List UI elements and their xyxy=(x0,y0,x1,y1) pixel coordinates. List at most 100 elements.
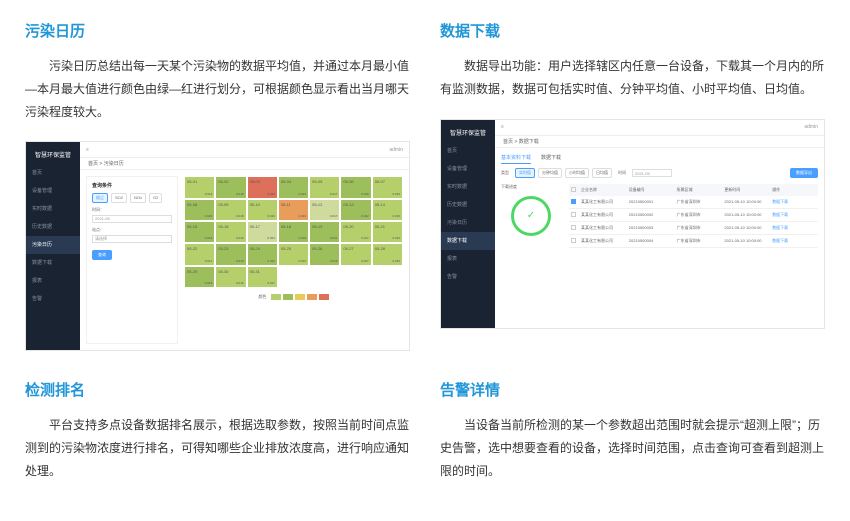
calendar-cell[interactable]: 05-040.021 xyxy=(278,176,309,198)
table-row[interactable]: 某某化工有限公司20210500004广东省深圳市2021-05-10 10:0… xyxy=(569,235,818,248)
ss-dl-menu-icon[interactable]: ≡ xyxy=(501,124,504,130)
ss-dl-progress: ✓ xyxy=(501,196,561,236)
calendar-cell[interactable]: 05-180.019 xyxy=(278,221,309,243)
ss-dl-filter-bar: 类型 实时值分钟均值小时均值日均值 时间 2021-05 数据导出 xyxy=(501,168,818,178)
legend-swatch xyxy=(307,294,317,300)
checkbox-icon[interactable] xyxy=(571,212,576,217)
calendar-cell[interactable]: 05-010.016 xyxy=(184,176,215,198)
calendar-cell[interactable]: 05-050.017 xyxy=(309,176,340,198)
calendar-cell[interactable]: 05-300.016 xyxy=(215,266,246,288)
calendar-cell[interactable]: 05-130.022 xyxy=(340,199,371,221)
cell-op[interactable]: 数据下载 xyxy=(770,196,818,208)
sidebar-item[interactable]: 首页 xyxy=(26,164,80,182)
sidebar-item[interactable]: 数据下载 xyxy=(441,232,495,250)
calendar-cell[interactable]: 05-250.016 xyxy=(278,243,309,265)
ss-dl-tab-2[interactable]: 数据下载 xyxy=(541,154,561,164)
calendar-cell[interactable]: 05-280.015 xyxy=(372,243,403,265)
calendar-cell[interactable]: 05-210.016 xyxy=(372,221,403,243)
calendar-cell[interactable]: 05-190.021 xyxy=(309,221,340,243)
calendar-cell[interactable]: 05-290.018 xyxy=(184,266,215,288)
sidebar-item[interactable]: 污染日历 xyxy=(441,214,495,232)
legend-swatch xyxy=(283,294,293,300)
sidebar-item[interactable]: 首页 xyxy=(441,142,495,160)
sidebar-item[interactable]: 数据下载 xyxy=(26,254,80,272)
checkbox-icon[interactable] xyxy=(571,238,576,243)
calendar-cell[interactable]: 05-200.017 xyxy=(340,221,371,243)
cell-time: 2021-05-10 10:00:00 xyxy=(722,209,770,221)
filter-chip[interactable]: 烟尘 xyxy=(92,193,108,203)
sidebar-item[interactable]: 污染日历 xyxy=(26,236,80,254)
ss-dl-time-input[interactable]: 2021-05 xyxy=(632,169,672,177)
calendar-cell[interactable]: 05-120.017 xyxy=(309,199,340,221)
text-download: 数据导出功能：用户选择辖区内任意一台设备，下载其一个月内的所有监测数据，数据可包… xyxy=(440,55,825,101)
ss-dl-tab-1[interactable]: 基本资料下载 xyxy=(501,154,531,164)
calendar-cell[interactable]: 05-230.018 xyxy=(215,243,246,265)
sidebar-item[interactable]: 报表 xyxy=(26,272,80,290)
checkbox-icon[interactable] xyxy=(571,187,576,192)
sidebar-item[interactable]: 告警 xyxy=(26,290,80,308)
filter-chip[interactable]: O2 xyxy=(149,193,162,203)
ss-dl-tabs: 基本资料下载 数据下载 xyxy=(501,154,818,164)
sidebar-item[interactable]: 历史数据 xyxy=(26,218,80,236)
calendar-cell[interactable]: 05-090.018 xyxy=(215,199,246,221)
calendar-cell[interactable]: 05-310.017 xyxy=(247,266,278,288)
cell-time: 2021-05-10 10:00:00 xyxy=(722,222,770,234)
cell-area: 广东省深圳市 xyxy=(675,222,723,234)
table-header: 设备编号 xyxy=(627,184,675,196)
legend-swatch xyxy=(271,294,281,300)
ss-cal-sidebar: 智慧环保监管 首页设备管理实时数据历史数据污染日历数据下载报表告警 xyxy=(26,142,80,350)
cell-op[interactable]: 数据下载 xyxy=(770,235,818,247)
calendar-cell[interactable]: 05-030.042 xyxy=(247,176,278,198)
filter-chip[interactable]: NOx xyxy=(130,193,146,203)
calendar-cell[interactable]: 05-070.015 xyxy=(372,176,403,198)
table-row[interactable]: 某某化工有限公司20210500001广东省深圳市2021-05-10 10:0… xyxy=(569,196,818,209)
calendar-cell[interactable]: 05-260.019 xyxy=(309,243,340,265)
filter-chip[interactable]: SO2 xyxy=(111,193,127,203)
calendar-cell[interactable]: 05-170.024 xyxy=(247,221,278,243)
calendar-cell[interactable]: 05-100.016 xyxy=(247,199,278,221)
calendar-cell[interactable]: 05-240.020 xyxy=(247,243,278,265)
row-2: 检测排名 平台支持多点设备数据排名展示，根据选取参数，按照当前时间点监测到的污染… xyxy=(25,379,825,500)
sidebar-item[interactable]: 告警 xyxy=(441,268,495,286)
ss-cal-user[interactable]: admin xyxy=(389,147,403,153)
sidebar-item[interactable]: 实时数据 xyxy=(441,178,495,196)
sidebar-item[interactable]: 实时数据 xyxy=(26,200,80,218)
ss-cal-menu-icon[interactable]: ≡ xyxy=(86,147,89,153)
sidebar-item[interactable]: 报表 xyxy=(441,250,495,268)
ss-cal-time-input[interactable]: 2021-05 xyxy=(92,215,172,223)
checkbox-icon[interactable] xyxy=(571,225,576,230)
sidebar-item[interactable]: 历史数据 xyxy=(441,196,495,214)
calendar-cell[interactable]: 05-060.019 xyxy=(340,176,371,198)
ss-dl-export-btn[interactable]: 数据导出 xyxy=(790,168,818,178)
calendar-cell[interactable]: 05-140.015 xyxy=(372,199,403,221)
cell-op[interactable]: 数据下载 xyxy=(770,222,818,234)
sidebar-item[interactable]: 设备管理 xyxy=(26,182,80,200)
calendar-cell[interactable]: 05-150.018 xyxy=(184,221,215,243)
ss-dl-main: ≡ admin 首页 > 数据下载 基本资料下载 数据下载 类型 实时值分钟均值… xyxy=(495,120,824,328)
ss-cal-content: 查询条件 烟尘SO2NOxO2 时间： 2021-05 站点： 请选择 查询 0… xyxy=(80,170,409,350)
filter-chip[interactable]: 分钟均值 xyxy=(538,168,562,178)
calendar-cell[interactable]: 05-160.016 xyxy=(215,221,246,243)
col-ranking: 检测排名 平台支持多点设备数据排名展示，根据选取参数，按照当前时间点监测到的污染… xyxy=(25,379,410,500)
cell-area: 广东省深圳市 xyxy=(675,235,723,247)
calendar-cell[interactable]: 05-270.017 xyxy=(340,243,371,265)
table-row[interactable]: 某某化工有限公司20210500003广东省深圳市2021-05-10 10:0… xyxy=(569,222,818,235)
calendar-cell[interactable]: 05-020.018 xyxy=(215,176,246,198)
filter-chip[interactable]: 实时值 xyxy=(515,168,535,178)
ss-dl-sidebar: 智慧环保监管 首页设备管理实时数据历史数据污染日历数据下载报表告警 xyxy=(441,120,495,328)
sidebar-item[interactable]: 设备管理 xyxy=(441,160,495,178)
ss-cal-point-input[interactable]: 请选择 xyxy=(92,235,172,243)
cell-name: 某某化工有限公司 xyxy=(579,209,627,221)
cell-op[interactable]: 数据下载 xyxy=(770,209,818,221)
calendar-cell[interactable]: 05-110.031 xyxy=(278,199,309,221)
calendar-cell[interactable]: 05-220.014 xyxy=(184,243,215,265)
filter-chip[interactable]: 日均值 xyxy=(592,168,612,178)
col-alarm: 告警详情 当设备当前所检测的某一个参数超出范围时就会提示“超测上限”；历史告警，… xyxy=(440,379,825,500)
filter-chip[interactable]: 小时均值 xyxy=(565,168,589,178)
calendar-cell[interactable]: 05-080.020 xyxy=(184,199,215,221)
ss-dl-table: 企业名称设备编号所属区域更新时间操作 某某化工有限公司20210500001广东… xyxy=(569,184,818,248)
table-row[interactable]: 某某化工有限公司20210500002广东省深圳市2021-05-10 10:0… xyxy=(569,209,818,222)
checkbox-icon[interactable] xyxy=(571,199,576,204)
ss-dl-user[interactable]: admin xyxy=(804,124,818,130)
ss-cal-query-btn[interactable]: 查询 xyxy=(92,250,112,260)
